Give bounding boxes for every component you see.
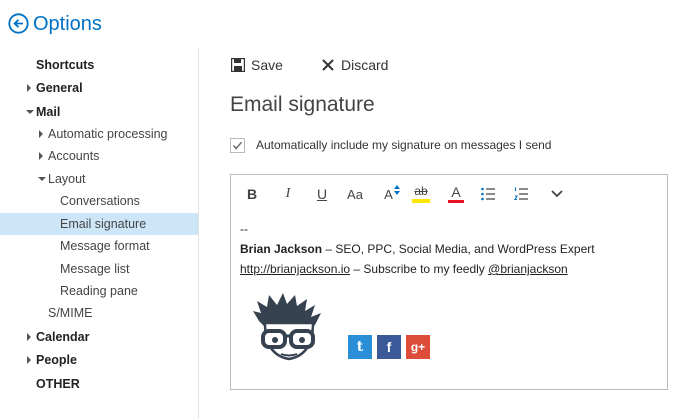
collapse-icon[interactable] bbox=[38, 177, 46, 181]
avatar bbox=[253, 293, 321, 361]
highlight-button[interactable]: ab bbox=[411, 183, 431, 205]
highlight-label: ab bbox=[414, 184, 428, 198]
feedly-handle-link[interactable]: @brianjackson bbox=[488, 262, 568, 276]
auto-include-label: Automatically include my signature on me… bbox=[256, 138, 552, 152]
signature-dashes: -- bbox=[240, 222, 248, 236]
discard-label: Discard bbox=[341, 57, 389, 73]
font-color-label: A bbox=[451, 184, 461, 200]
sidebar-item-label: S/MIME bbox=[48, 306, 93, 320]
save-icon bbox=[231, 58, 245, 72]
expand-icon[interactable] bbox=[39, 152, 43, 160]
collapse-icon[interactable] bbox=[26, 110, 34, 114]
numbered-list-icon bbox=[514, 187, 528, 201]
sidebar-item-label: Shortcuts bbox=[36, 58, 95, 72]
expand-icon[interactable] bbox=[39, 130, 43, 138]
expand-icon[interactable] bbox=[27, 84, 31, 92]
sidebar-item-reading-pane[interactable]: Reading pane bbox=[0, 280, 198, 302]
sidebar-item-accounts[interactable]: Accounts bbox=[0, 145, 198, 167]
sidebar-item-email-signature[interactable]: Email signature bbox=[0, 213, 198, 235]
sidebar-item-other[interactable]: OTHER bbox=[0, 373, 198, 395]
header: Options bbox=[0, 0, 675, 48]
sidebar-item-label: Layout bbox=[48, 172, 86, 186]
font-size-button[interactable]: Aa bbox=[344, 183, 366, 205]
subscribe-text: – Subscribe to my feedly bbox=[350, 262, 489, 276]
googleplus-icon[interactable]: g+ bbox=[406, 335, 430, 359]
sidebar-item-label: General bbox=[36, 81, 83, 95]
bullet-list-icon bbox=[481, 187, 495, 201]
expand-icon[interactable] bbox=[27, 333, 31, 341]
save-label: Save bbox=[251, 57, 283, 73]
sidebar-item-label: Accounts bbox=[48, 149, 100, 163]
chevron-down-icon bbox=[551, 190, 563, 198]
sidebar-item-message-list[interactable]: Message list bbox=[0, 258, 198, 280]
italic-button[interactable]: I bbox=[279, 183, 297, 205]
sidebar: Shortcuts General Mail Automatic process… bbox=[0, 48, 199, 419]
auto-include-checkbox[interactable] bbox=[230, 138, 245, 153]
sidebar-item-label: Calendar bbox=[36, 330, 90, 344]
checkmark-icon bbox=[232, 141, 243, 150]
sidebar-item-smime[interactable]: S/MIME bbox=[0, 302, 198, 324]
sidebar-item-label: Reading pane bbox=[60, 284, 138, 298]
signature-name: Brian Jackson bbox=[240, 242, 323, 256]
numbered-list-button[interactable] bbox=[513, 183, 529, 205]
grow-font-button[interactable]: A bbox=[381, 183, 403, 205]
signature-tagline: – SEO, PPC, Social Media, and WordPress … bbox=[322, 242, 595, 256]
expand-icon[interactable] bbox=[27, 356, 31, 364]
font-color-swatch bbox=[448, 200, 464, 203]
grow-font-label: A bbox=[384, 186, 393, 202]
page-title: Email signature bbox=[230, 93, 375, 116]
signature-editor[interactable]: B I U Aa A ab A -- Brian Jackson – SEO, … bbox=[230, 174, 668, 390]
sidebar-item-people[interactable]: People bbox=[0, 349, 198, 371]
page-header-title: Options bbox=[33, 13, 102, 35]
sidebar-item-shortcuts[interactable]: Shortcuts bbox=[0, 54, 198, 76]
sidebar-item-label: OTHER bbox=[36, 377, 80, 391]
facebook-icon[interactable]: f bbox=[377, 335, 401, 359]
underline-button[interactable]: U bbox=[313, 183, 331, 205]
sidebar-item-label: Automatic processing bbox=[48, 127, 168, 141]
signature-link-line: http://brianjackson.io – Subscribe to my… bbox=[240, 261, 568, 277]
sidebar-item-label: Conversations bbox=[60, 194, 140, 208]
sidebar-item-conversations[interactable]: Conversations bbox=[0, 190, 198, 212]
twitter-icon[interactable]: t bbox=[348, 335, 372, 359]
highlight-swatch bbox=[412, 199, 430, 203]
sidebar-item-label: People bbox=[36, 353, 77, 367]
sidebar-item-message-format[interactable]: Message format bbox=[0, 235, 198, 257]
bold-button[interactable]: B bbox=[243, 183, 261, 205]
bullet-list-button[interactable] bbox=[480, 183, 496, 205]
grow-font-icon bbox=[393, 185, 400, 195]
sidebar-item-layout[interactable]: Layout bbox=[0, 168, 198, 190]
sidebar-item-label: Message format bbox=[60, 239, 150, 253]
font-color-button[interactable]: A bbox=[447, 183, 465, 205]
signature-name-line: Brian Jackson – SEO, PPC, Social Media, … bbox=[240, 241, 595, 257]
website-link[interactable]: http://brianjackson.io bbox=[240, 262, 350, 276]
close-icon bbox=[322, 59, 334, 71]
back-arrow-icon[interactable] bbox=[8, 13, 29, 34]
more-options-button[interactable] bbox=[549, 183, 565, 205]
sidebar-item-label: Mail bbox=[36, 105, 61, 119]
sidebar-item-automatic-processing[interactable]: Automatic processing bbox=[0, 123, 198, 145]
sidebar-item-calendar[interactable]: Calendar bbox=[0, 326, 198, 348]
sidebar-item-mail[interactable]: Mail bbox=[0, 101, 198, 123]
sidebar-item-label: Message list bbox=[60, 262, 130, 276]
sidebar-item-label: Email signature bbox=[60, 217, 147, 231]
sidebar-item-general[interactable]: General bbox=[0, 77, 198, 99]
